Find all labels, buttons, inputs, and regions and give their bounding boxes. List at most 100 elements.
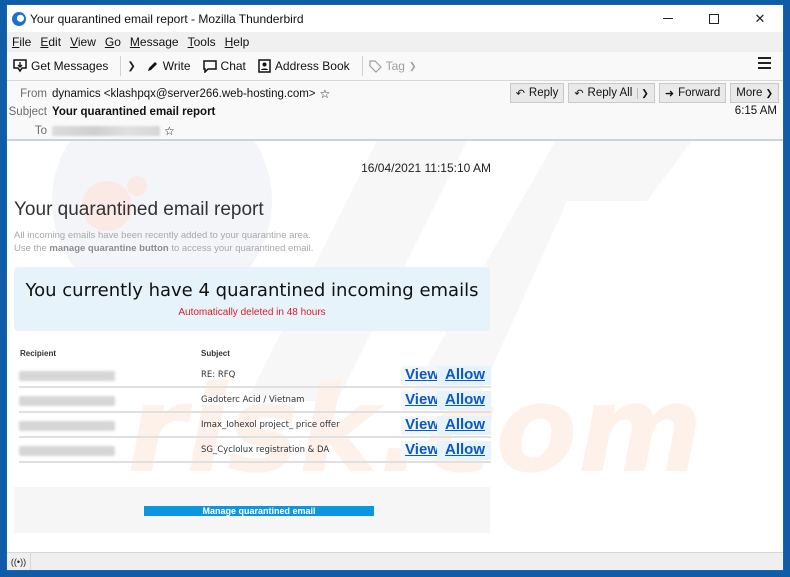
row-subject: RE: RFQ xyxy=(201,370,236,380)
status-bar: ((•)) xyxy=(7,552,783,570)
hamburger-icon-line xyxy=(758,57,771,59)
chat-button[interactable]: Chat xyxy=(202,55,246,77)
allow-link[interactable]: Allow xyxy=(437,441,491,460)
star-icon[interactable]: ☆ xyxy=(320,87,331,101)
intro-text: All incoming emails have been recently a… xyxy=(14,229,313,255)
hamburger-icon-line xyxy=(758,62,771,64)
star-icon[interactable]: ☆ xyxy=(164,124,175,138)
subject-row: Subject Your quarantined email report xyxy=(7,106,216,118)
reply-all-label: Reply All xyxy=(587,87,633,99)
manage-quarantined-email-button[interactable]: Manage quarantined email xyxy=(144,506,374,516)
menu-tools[interactable]: Tools xyxy=(188,35,216,49)
toolbar-separator xyxy=(361,56,363,76)
quarantine-notice: You currently have 4 quarantined incomin… xyxy=(14,267,490,331)
from-label: From xyxy=(20,88,47,100)
reply-all-icon: ↶ xyxy=(574,87,584,100)
menu-message[interactable]: Message xyxy=(130,35,179,49)
reply-button[interactable]: ↶ Reply xyxy=(509,83,565,103)
write-button[interactable]: Write xyxy=(146,55,191,77)
get-messages-button[interactable]: Get Messages xyxy=(13,55,108,77)
more-dropdown-icon: ❯ xyxy=(765,87,773,98)
intro-line-2-bold: manage quarantine button xyxy=(49,243,169,254)
to-label: To xyxy=(34,125,47,137)
get-messages-label: Get Messages xyxy=(31,59,109,73)
message-body: risk.com 16/04/2021 11:15:10 AM Your qua… xyxy=(7,141,783,545)
tag-dropdown-icon: ❯ xyxy=(408,60,417,71)
intro-line-2-pre: Use the xyxy=(14,243,50,254)
tag-button[interactable]: Tag ❯ xyxy=(369,55,417,77)
recipient-column-header: Recipient xyxy=(20,349,57,358)
reply-all-dropdown-icon[interactable]: ❯ xyxy=(637,87,649,99)
intro-line-2-post: to access your quarantined email. xyxy=(168,243,314,254)
intro-line-2: Use the manage quarantine button to acce… xyxy=(14,242,313,255)
get-messages-dropdown-icon[interactable]: ❯ xyxy=(127,61,135,72)
maximize-button[interactable] xyxy=(691,5,737,32)
reply-label: Reply xyxy=(528,87,559,99)
reply-all-button[interactable]: ↶ Reply All ❯ xyxy=(568,83,655,103)
menu-view[interactable]: View xyxy=(70,35,96,49)
to-row: To ☆ xyxy=(7,124,175,138)
download-message-icon xyxy=(13,59,27,73)
notice-main-text: You currently have 4 quarantined incomin… xyxy=(25,280,479,301)
menu-bar: File Edit View Go Message Tools Help xyxy=(7,32,783,52)
subject-value: Your quarantined email report xyxy=(52,106,216,118)
table-row: SG_Cyclolux registration & DA View Allow xyxy=(19,438,491,463)
notice-warning-text: Automatically deleted in 48 hours xyxy=(178,307,326,318)
toolbar-separator xyxy=(120,56,122,76)
menu-go[interactable]: Go xyxy=(105,35,121,49)
menu-help[interactable]: Help xyxy=(225,35,250,49)
window-title: Your quarantined email report - Mozilla … xyxy=(30,11,304,26)
menu-message-label: essage xyxy=(139,35,179,49)
tag-label: Tag xyxy=(385,59,405,73)
maximize-icon xyxy=(709,13,719,24)
reply-icon: ↶ xyxy=(515,87,525,100)
minimize-button[interactable] xyxy=(645,5,691,32)
redacted-recipient xyxy=(19,446,115,456)
forward-button[interactable]: ➜ Forward xyxy=(658,83,727,103)
title-bar: Your quarantined email report - Mozilla … xyxy=(7,5,783,32)
close-icon: ✕ xyxy=(754,10,766,26)
row-subject: Imax_Iohexol project_ price offer xyxy=(201,420,340,430)
subject-column-header: Subject xyxy=(201,349,230,358)
row-subject: SG_Cyclolux registration & DA xyxy=(201,445,330,455)
allow-link[interactable]: Allow xyxy=(437,416,491,435)
close-button[interactable]: ✕ xyxy=(737,5,783,32)
more-label: More xyxy=(736,87,763,99)
forward-arrow-icon: ➜ xyxy=(664,87,675,100)
message-header: From dynamics <klashpqx@server266.web-ho… xyxy=(7,81,783,141)
hamburger-icon-line xyxy=(758,67,771,69)
redacted-recipient xyxy=(19,371,115,381)
from-value[interactable]: dynamics <klashpqx@server266.web-hosting… xyxy=(52,88,316,100)
message-time: 6:15 AM xyxy=(734,105,777,117)
menu-go-accel: G xyxy=(104,35,115,49)
row-subject: Gadoterc Acid / Vietnam xyxy=(201,395,305,405)
allow-link[interactable]: Allow xyxy=(437,391,491,410)
intro-line-1: All incoming emails have been recently a… xyxy=(14,230,311,241)
app-menu-button[interactable] xyxy=(758,57,771,69)
menu-view-accel: V xyxy=(70,35,78,49)
address-book-icon xyxy=(258,59,271,73)
online-status-icon[interactable]: ((•)) xyxy=(7,552,31,570)
report-title: Your quarantined email report xyxy=(14,199,264,220)
more-button[interactable]: More ❯ xyxy=(730,83,779,103)
table-row: Gadoterc Acid / Vietnam View Allow xyxy=(19,388,491,413)
menu-file[interactable]: File xyxy=(12,35,31,49)
thunderbird-window: Your quarantined email report - Mozilla … xyxy=(6,4,784,571)
allow-link[interactable]: Allow xyxy=(437,366,491,385)
menu-edit-label: dit xyxy=(48,35,62,49)
menu-help-accel: H xyxy=(224,35,234,49)
write-label: Write xyxy=(162,59,191,73)
manage-section: Manage quarantined email xyxy=(14,487,490,533)
redacted-recipient xyxy=(19,396,115,406)
menu-message-accel: M xyxy=(129,35,140,49)
menu-help-label: elp xyxy=(233,35,250,49)
redacted-recipient xyxy=(52,126,160,136)
message-actions: ↶ Reply ↶ Reply All ❯ ➜ Forward More ❯ xyxy=(506,83,779,103)
address-book-label: Address Book xyxy=(274,59,350,73)
address-book-button[interactable]: Address Book xyxy=(258,55,350,77)
menu-edit[interactable]: Edit xyxy=(40,35,61,49)
from-row: From dynamics <klashpqx@server266.web-ho… xyxy=(7,87,330,101)
chat-label: Chat xyxy=(220,59,246,73)
tag-icon xyxy=(369,59,382,73)
forward-label: Forward xyxy=(678,87,721,99)
